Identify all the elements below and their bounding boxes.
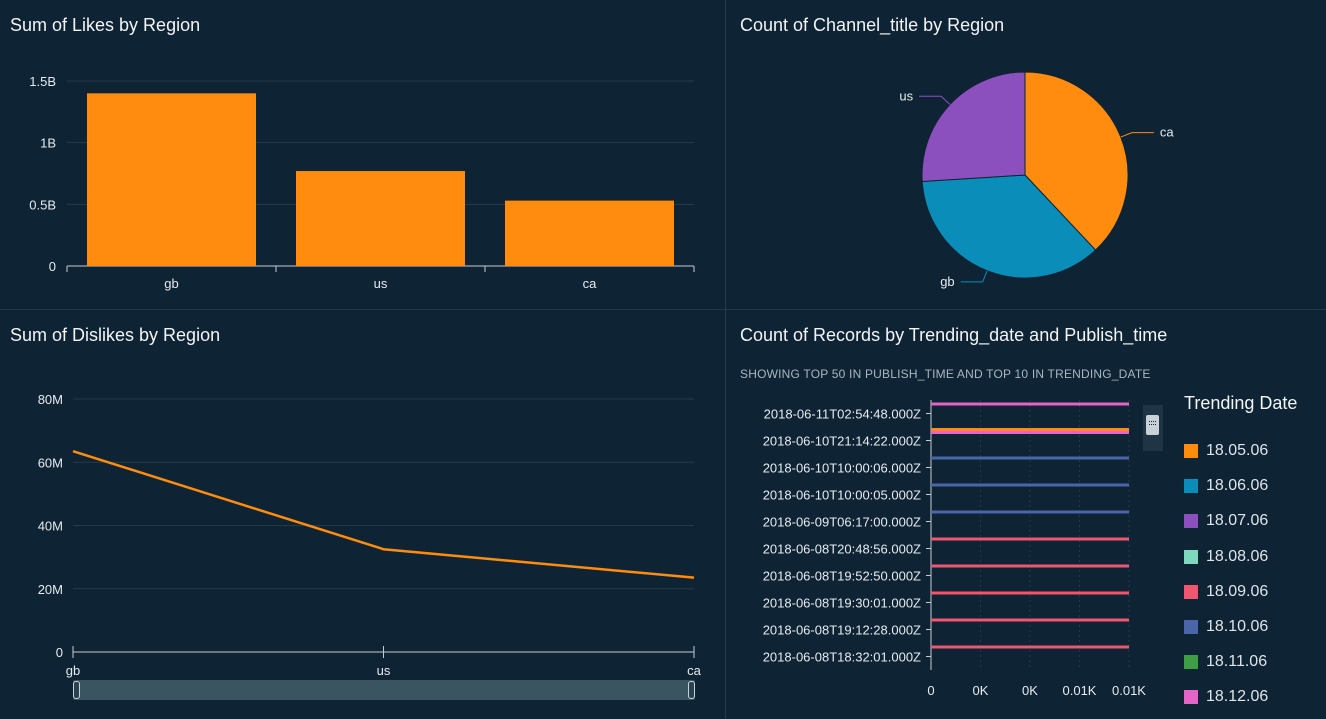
legend-item[interactable]: 18.09.06 bbox=[1184, 582, 1268, 602]
y-tick-label: 2018-06-09T06:17:00.000Z bbox=[763, 515, 921, 530]
y-tick-label: 1.5B bbox=[29, 74, 56, 89]
bar-18.09.06[interactable] bbox=[931, 618, 1129, 622]
legend-swatch bbox=[1184, 620, 1198, 634]
x-tick-label: 0K bbox=[973, 683, 989, 698]
y-tick-label: 2018-06-10T10:00:05.000Z bbox=[763, 488, 921, 503]
y-tick-label: 1B bbox=[40, 136, 56, 151]
bar-18.09.06[interactable] bbox=[931, 564, 1129, 568]
bar-18.05.06[interactable] bbox=[931, 428, 1129, 431]
legend-label: 18.10.06 bbox=[1206, 618, 1269, 635]
likes-bar-chart[interactable]: 0 0.5B 1B 1.5B gb us ca bbox=[0, 0, 725, 309]
y-tick-label: 0 bbox=[49, 259, 56, 274]
channel-pie-chart[interactable]: ca gb us bbox=[726, 0, 1326, 309]
y-tick-label: 0.5B bbox=[29, 197, 56, 212]
legend-swatch bbox=[1184, 690, 1198, 705]
x-tick-label: ca bbox=[687, 663, 702, 678]
legend-label: 18.08.06 bbox=[1206, 547, 1269, 565]
pie-leader-line bbox=[1120, 132, 1154, 138]
legend-item[interactable]: 18.07.06 bbox=[1184, 511, 1268, 531]
pie-leader-line bbox=[960, 270, 988, 283]
dislikes-series-line[interactable] bbox=[72, 449, 695, 579]
y-tick-label: 2018-06-08T19:30:01.000Z bbox=[763, 596, 921, 611]
legend-swatch bbox=[1184, 479, 1198, 494]
legend-swatch bbox=[1184, 514, 1198, 529]
legend-label: 18.11.06 bbox=[1206, 653, 1268, 671]
bar-us[interactable] bbox=[296, 171, 465, 266]
legend-swatch bbox=[1184, 549, 1198, 564]
legend-item[interactable]: 18.12.06 bbox=[1184, 687, 1268, 707]
legend-item[interactable]: 18.05.06 bbox=[1184, 441, 1268, 461]
y-tick-label: 60M bbox=[38, 455, 63, 470]
y-tick-label: 2018-06-08T18:32:01.000Z bbox=[763, 650, 921, 665]
legend-item[interactable]: 18.06.06 bbox=[1184, 476, 1268, 496]
pie-leader-line bbox=[919, 95, 951, 105]
bar-18.09.06[interactable] bbox=[931, 645, 1129, 649]
bar-18.10.06[interactable] bbox=[931, 510, 1129, 514]
x-tick-label: us bbox=[377, 663, 391, 678]
y-tick-label: 2018-06-10T10:00:06.000Z bbox=[763, 461, 921, 476]
y-tick-label: 2018-06-08T20:48:56.000Z bbox=[763, 542, 921, 557]
channel-count-by-region-panel[interactable]: Count of Channel_title by Region ca gb us bbox=[726, 0, 1326, 309]
legend-item[interactable]: 18.08.06 bbox=[1184, 547, 1268, 567]
y-tick-label: 20M bbox=[38, 582, 63, 597]
scrollbar-thumb[interactable] bbox=[1146, 415, 1159, 435]
x-tick-label: 0.01K bbox=[1063, 683, 1097, 698]
dislikes-line-chart[interactable]: 0 20M 40M 60M 80M gb us ca bbox=[0, 310, 725, 719]
likes-by-region-panel[interactable]: Sum of Likes by Region 0 0.5B 1B 1.5B gb us ca bbox=[0, 0, 725, 309]
pie-label: us bbox=[899, 88, 913, 103]
bar-18.10.06[interactable] bbox=[931, 483, 1129, 487]
x-tick-label: gb bbox=[66, 663, 80, 678]
pie-label: ca bbox=[1160, 125, 1175, 140]
pie-label: gb bbox=[940, 274, 954, 289]
legend-title: Trending Date bbox=[1184, 393, 1298, 413]
scrollbar-left-handle[interactable] bbox=[73, 681, 80, 699]
y-tick-label: 0 bbox=[56, 645, 63, 660]
legend-label: 18.06.06 bbox=[1206, 477, 1269, 495]
legend-label: 18.12.06 bbox=[1206, 688, 1269, 706]
legend-item[interactable]: 18.10.06 bbox=[1184, 617, 1268, 637]
legend-label: 18.05.06 bbox=[1206, 442, 1269, 459]
y-tick-label: 2018-06-08T19:52:50.000Z bbox=[763, 569, 921, 584]
bar-18.12.06[interactable] bbox=[931, 402, 1129, 406]
x-tick-label: 0.01K bbox=[1112, 683, 1146, 698]
y-tick-label: 40M bbox=[38, 519, 63, 534]
scrollbar-right-handle[interactable] bbox=[688, 681, 695, 699]
dislikes-by-region-panel[interactable]: Sum of Dislikes by Region 0 20M 40M 60M 80M g… bbox=[0, 310, 725, 719]
x-tick-label: 0 bbox=[927, 683, 934, 698]
x-axis-range-scrollbar[interactable] bbox=[73, 680, 695, 700]
bar-18.09.06[interactable] bbox=[931, 591, 1129, 595]
y-tick-label: 80M bbox=[38, 392, 63, 407]
bar-18.10.06[interactable] bbox=[931, 456, 1129, 460]
x-tick-label: us bbox=[374, 276, 388, 291]
y-axis-scrollbar[interactable] bbox=[1143, 405, 1163, 451]
y-tick-label: 2018-06-10T21:14:22.000Z bbox=[763, 434, 921, 449]
y-tick-label: 2018-06-08T19:12:28.000Z bbox=[763, 623, 921, 638]
legend-swatch bbox=[1184, 655, 1198, 670]
bar-18.09.06[interactable] bbox=[931, 537, 1129, 541]
pie-slice-us[interactable] bbox=[921, 71, 1026, 182]
bar-18.12.06[interactable] bbox=[931, 431, 1129, 434]
legend-label: 18.07.06 bbox=[1206, 512, 1269, 530]
legend-swatch bbox=[1184, 584, 1198, 599]
legend-swatch bbox=[1184, 444, 1198, 458]
y-tick-label: 2018-06-11T02:54:48.000Z bbox=[764, 407, 921, 422]
bar-ca[interactable] bbox=[505, 200, 674, 266]
legend-label: 18.09.06 bbox=[1206, 582, 1269, 600]
legend-item[interactable]: 18.11.06 bbox=[1184, 652, 1267, 672]
records-by-date-panel[interactable]: Count of Records by Trending_date and Pu… bbox=[726, 310, 1326, 719]
x-tick-label: gb bbox=[164, 276, 178, 291]
x-tick-label: ca bbox=[583, 276, 598, 291]
x-tick-label: 0K bbox=[1022, 683, 1038, 698]
bar-gb[interactable] bbox=[87, 93, 256, 266]
